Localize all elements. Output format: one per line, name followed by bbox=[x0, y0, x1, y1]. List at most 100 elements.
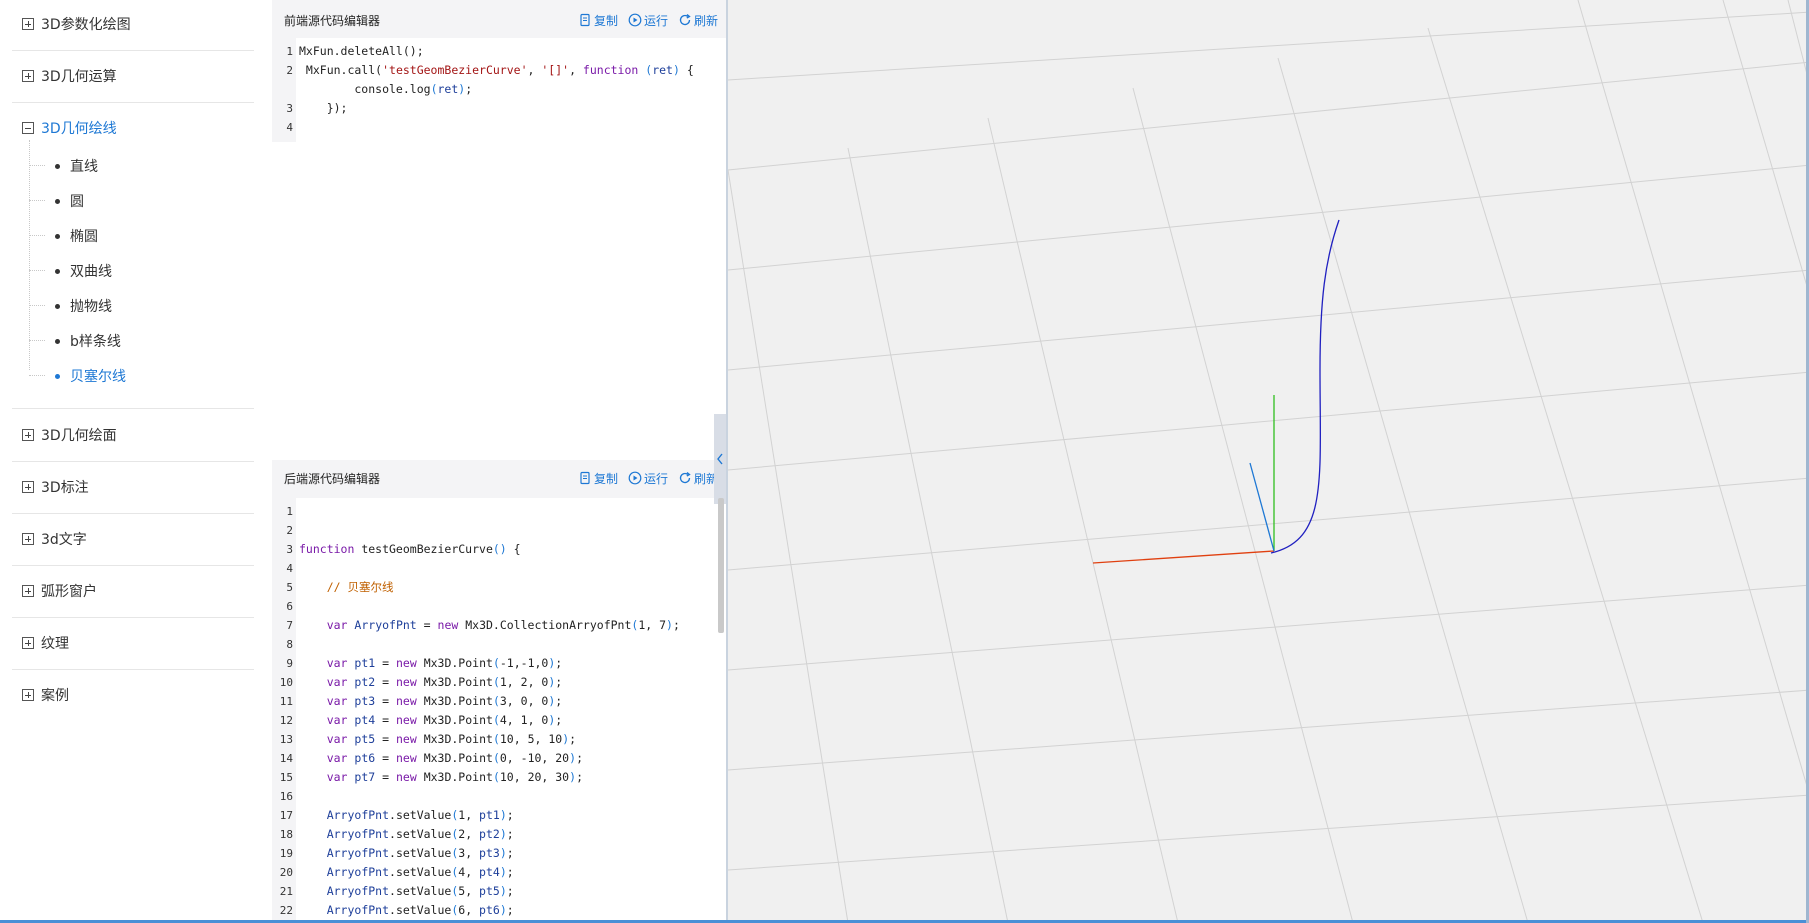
tree-item-label: 贝塞尔线 bbox=[70, 369, 126, 385]
run-button[interactable]: 运行 bbox=[628, 12, 668, 29]
tree-group-label: 纹理 bbox=[41, 636, 69, 652]
expand-plus-icon[interactable] bbox=[22, 70, 34, 82]
frontend-code-editor[interactable]: 1 MxFun.deleteAll(); 2 MxFun.call('testGe… bbox=[272, 38, 726, 460]
bullet-icon bbox=[55, 303, 60, 309]
run-label: 运行 bbox=[644, 13, 669, 28]
tree-group-label: 3D标注 bbox=[41, 480, 89, 496]
code-line: 19 ArryofPnt.setValue(3, pt3); bbox=[279, 846, 514, 860]
tree-item-circle[interactable]: 圆 bbox=[29, 190, 84, 212]
copy-button[interactable]: 复制 bbox=[578, 12, 618, 29]
tree-group-3d-text[interactable]: 3d文字 bbox=[12, 528, 87, 550]
copy-label: 复制 bbox=[594, 13, 619, 28]
tree-group-label: 3d文字 bbox=[41, 532, 87, 548]
refresh-button[interactable]: 刷新 bbox=[678, 12, 718, 29]
expand-plus-icon[interactable] bbox=[22, 637, 34, 649]
refresh-button[interactable]: 刷新 bbox=[678, 470, 718, 487]
code-line: 3 function testGeomBezierCurve() { bbox=[286, 542, 521, 556]
code-line: 4 bbox=[286, 562, 293, 575]
expand-plus-icon[interactable] bbox=[22, 585, 34, 597]
tree-group-label: 弧形窗户 bbox=[41, 584, 97, 600]
tree-item-hyperbola[interactable]: 双曲线 bbox=[29, 260, 112, 282]
tree-group-3d-dimension[interactable]: 3D标注 bbox=[12, 476, 89, 498]
tree-group-3d-geometry-ops[interactable]: 3D几何运算 bbox=[12, 65, 117, 87]
code-line: 4 bbox=[286, 121, 293, 134]
bullet-icon bbox=[55, 233, 60, 239]
tree-item-line[interactable]: 直线 bbox=[29, 155, 98, 177]
tree-item-label: 圆 bbox=[70, 194, 84, 210]
code-line: 8 bbox=[286, 638, 293, 651]
bullet-icon bbox=[55, 198, 60, 204]
expand-plus-icon[interactable] bbox=[22, 429, 34, 441]
editor-scrollbar[interactable] bbox=[718, 498, 724, 633]
tree-group-label: 案例 bbox=[41, 688, 69, 704]
copy-label: 复制 bbox=[594, 471, 619, 486]
divider bbox=[12, 565, 254, 566]
play-icon bbox=[628, 13, 642, 27]
tree-item-parabola[interactable]: 抛物线 bbox=[29, 295, 112, 317]
copy-button[interactable]: 复制 bbox=[578, 470, 618, 487]
3d-viewport[interactable] bbox=[726, 0, 1809, 923]
tree-item-bezier[interactable]: 贝塞尔线 bbox=[29, 365, 126, 387]
code-line: 5 // 贝塞尔线 bbox=[286, 580, 394, 594]
refresh-label: 刷新 bbox=[694, 13, 719, 28]
copy-icon bbox=[580, 13, 590, 27]
tree-item-label: 双曲线 bbox=[70, 264, 112, 280]
tree-item-bspline[interactable]: b样条线 bbox=[29, 330, 121, 352]
code-line: 3 }); bbox=[286, 101, 348, 115]
code-comment: // 贝塞尔线 bbox=[326, 580, 394, 594]
tree-group-3d-geometry-lines[interactable]: 3D几何绘线 bbox=[12, 117, 117, 139]
code-line: 16 bbox=[279, 790, 293, 803]
bezier-curve bbox=[1270, 219, 1340, 554]
bullet-icon bbox=[55, 338, 60, 344]
frontend-editor-toolbar: 复制 运行 刷新 bbox=[578, 12, 718, 29]
expand-plus-icon[interactable] bbox=[22, 533, 34, 545]
tree-group-label: 3D参数化绘图 bbox=[41, 17, 131, 33]
divider bbox=[12, 461, 254, 462]
tree-group-label: 3D几何运算 bbox=[41, 69, 117, 85]
tree-item-label: 抛物线 bbox=[70, 299, 112, 315]
divider bbox=[12, 408, 254, 409]
backend-editor-title: 后端源代码编辑器 bbox=[284, 471, 381, 486]
expand-plus-icon[interactable] bbox=[22, 481, 34, 493]
tree-item-ellipse[interactable]: 椭圆 bbox=[29, 225, 98, 247]
tree-group-examples[interactable]: 案例 bbox=[12, 684, 69, 706]
code-line: 21 ArryofPnt.setValue(5, pt5); bbox=[279, 884, 514, 898]
x-axis-line bbox=[1092, 550, 1275, 564]
divider bbox=[12, 513, 254, 514]
tree-item-label: 直线 bbox=[70, 159, 98, 175]
expand-plus-icon[interactable] bbox=[22, 689, 34, 701]
code-line: 1 MxFun.deleteAll(); bbox=[286, 44, 424, 58]
ground-grid bbox=[728, 0, 1809, 923]
play-icon bbox=[628, 471, 642, 485]
run-button[interactable]: 运行 bbox=[628, 470, 668, 487]
tree-item-label: 椭圆 bbox=[70, 229, 98, 245]
code-line: console.log(ret); bbox=[299, 82, 473, 96]
tree-group-texture[interactable]: 纹理 bbox=[12, 632, 69, 654]
refresh-icon bbox=[679, 471, 691, 484]
refresh-icon bbox=[679, 13, 691, 26]
collapse-panel-button[interactable] bbox=[714, 414, 726, 504]
tree-hook bbox=[29, 155, 45, 166]
bullet-icon bbox=[55, 163, 60, 169]
code-line: 15 var pt7 = new Mx3D.Point(10, 20, 30); bbox=[279, 770, 583, 784]
tree-group-label: 3D几何绘面 bbox=[41, 428, 117, 444]
expand-plus-icon[interactable] bbox=[22, 18, 34, 30]
code-line: 22 ArryofPnt.setValue(6, pt6); bbox=[279, 903, 514, 917]
collapse-minus-icon[interactable] bbox=[22, 122, 34, 134]
tree-hook bbox=[29, 365, 45, 376]
tree-group-arched-window[interactable]: 弧形窗户 bbox=[12, 580, 97, 602]
code-line: 1 bbox=[286, 505, 293, 518]
divider bbox=[12, 102, 254, 103]
frontend-editor-title: 前端源代码编辑器 bbox=[284, 13, 381, 28]
code-line: 20 ArryofPnt.setValue(4, pt4); bbox=[279, 865, 514, 879]
code-line: 18 ArryofPnt.setValue(2, pt2); bbox=[279, 827, 514, 841]
tree-group-3d-parametric[interactable]: 3D参数化绘图 bbox=[12, 13, 131, 35]
backend-code-editor[interactable]: 1 2 3 function testGeomBezierCurve() { 4 … bbox=[272, 498, 726, 920]
tree-group-3d-geometry-surfaces[interactable]: 3D几何绘面 bbox=[12, 424, 117, 446]
backend-editor-header: 后端源代码编辑器 复制 运行 刷新 bbox=[272, 460, 726, 496]
tree-hook bbox=[29, 190, 45, 201]
code-line: 9 var pt1 = new Mx3D.Point(-1,-1,0); bbox=[286, 656, 563, 670]
backend-editor-toolbar: 复制 运行 刷新 bbox=[578, 470, 718, 487]
code-line: 14 var pt6 = new Mx3D.Point(0, -10, 20); bbox=[279, 751, 583, 765]
code-line: 10 var pt2 = new Mx3D.Point(1, 2, 0); bbox=[279, 675, 563, 689]
